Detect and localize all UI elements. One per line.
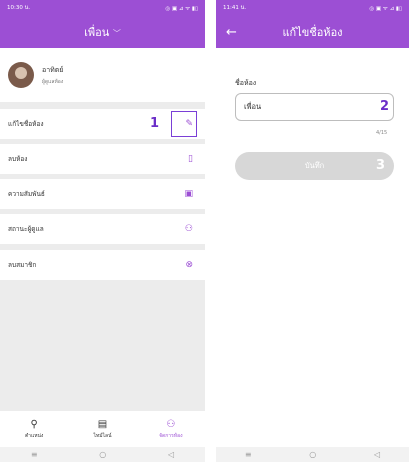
menu-item-label: ลบสมาชิก <box>8 261 37 269</box>
nav-manage-room[interactable]: ⚇ จัดการห้อง <box>137 411 205 447</box>
room-name-label: ชื่อห้อง <box>235 79 257 87</box>
right-phone-screen: 11:41 น. ◎ ▣ ᯤ ⊿ ▮▯ ← แก้ไขชื่อห้อง ชื่อ… <box>216 0 409 462</box>
system-navigation-bar: ≡ ○ ◁ <box>0 447 205 462</box>
group-icon: ⚇ <box>166 418 176 430</box>
profile-role: ผู้ดูแลห้อง <box>42 78 64 85</box>
app-bar: ← แก้ไขชื่อห้อง <box>216 16 409 48</box>
page-title: แก้ไขชื่อห้อง <box>282 26 343 39</box>
nav-timeline[interactable]: ▤ ไทม์ไลน์ <box>68 411 136 447</box>
menu-item-label: สถานะผู้ดูแล <box>8 225 44 233</box>
home-icon[interactable]: ○ <box>99 450 106 459</box>
char-counter: 4/15 <box>376 130 388 136</box>
nav-location[interactable]: ⚲ ตำแหน่ง <box>0 411 68 447</box>
save-button-label: บันทึก <box>304 161 325 170</box>
app-bar: เพื่อน ﹀ <box>0 16 205 48</box>
menu-icon[interactable]: ≡ <box>245 450 252 459</box>
highlight-box <box>171 111 197 137</box>
room-title-dropdown[interactable]: เพื่อน ﹀ <box>84 23 121 41</box>
timeline-icon: ▤ <box>97 418 108 430</box>
page-title: เพื่อน <box>84 26 110 39</box>
menu-item-label: แก้ไขชื่อห้อง <box>8 120 44 128</box>
back-arrow-icon[interactable]: ← <box>226 16 237 48</box>
back-icon[interactable]: ◁ <box>374 450 380 459</box>
status-time: 10:30 น. <box>7 5 31 11</box>
menu-item-label: ความสัมพันธ์ <box>8 190 45 198</box>
room-name-value: เพื่อน <box>244 102 262 111</box>
avatar <box>8 62 34 88</box>
nav-label: ตำแหน่ง <box>24 432 44 439</box>
location-icon: ⚲ <box>30 418 38 430</box>
step-marker-1: 1 <box>150 116 160 131</box>
system-navigation-bar: ≡ ○ ◁ <box>216 447 409 462</box>
chevron-down-icon: ﹀ <box>112 29 121 38</box>
menu-item-relationship[interactable]: ความสัมพันธ์ ▣ <box>0 179 205 209</box>
admin-icon: ⚇ <box>184 224 193 234</box>
back-icon[interactable]: ◁ <box>168 450 174 459</box>
menu-item-delete-room[interactable]: ลบห้อง ▯ <box>0 144 205 174</box>
person-card-icon: ▣ <box>184 189 193 199</box>
menu-item-remove-member[interactable]: ลบสมาชิก ⊗ <box>0 250 205 280</box>
status-bar: 10:30 น. ◎ ▣ ⊿ ᯤ ▮▯ <box>0 0 205 16</box>
nav-label: ไทม์ไลน์ <box>93 432 112 439</box>
menu-item-admin-status[interactable]: สถานะผู้ดูแล ⚇ <box>0 214 205 244</box>
divider <box>205 0 216 462</box>
step-marker-2: 2 <box>380 99 390 114</box>
step-marker-3: 3 <box>376 158 386 173</box>
menu-icon[interactable]: ≡ <box>31 450 38 459</box>
status-bar: 11:41 น. ◎ ▣ ᯤ ⊿ ▮▯ <box>216 0 409 16</box>
trash-icon: ▯ <box>188 154 193 164</box>
home-icon[interactable]: ○ <box>309 450 316 459</box>
profile-card: อาทิตย์ ผู้ดูแลห้อง <box>0 48 205 102</box>
room-name-input[interactable]: เพื่อน <box>235 93 394 121</box>
remove-circle-icon: ⊗ <box>185 260 193 270</box>
profile-name: อาทิตย์ <box>42 65 64 74</box>
bottom-navigation: ⚲ ตำแหน่ง ▤ ไทม์ไลน์ ⚇ จัดการห้อง <box>0 411 205 447</box>
status-time: 11:41 น. <box>223 5 247 11</box>
nav-label: จัดการห้อง <box>159 432 183 439</box>
left-phone-screen: 10:30 น. ◎ ▣ ⊿ ᯤ ▮▯ เพื่อน ﹀ อาทิตย์ ผู้… <box>0 0 205 462</box>
status-icons: ◎ ▣ ᯤ ⊿ ▮▯ <box>369 6 402 12</box>
save-button[interactable]: บันทึก <box>235 152 394 180</box>
status-icons: ◎ ▣ ⊿ ᯤ ▮▯ <box>165 6 198 12</box>
menu-item-label: ลบห้อง <box>8 155 28 163</box>
